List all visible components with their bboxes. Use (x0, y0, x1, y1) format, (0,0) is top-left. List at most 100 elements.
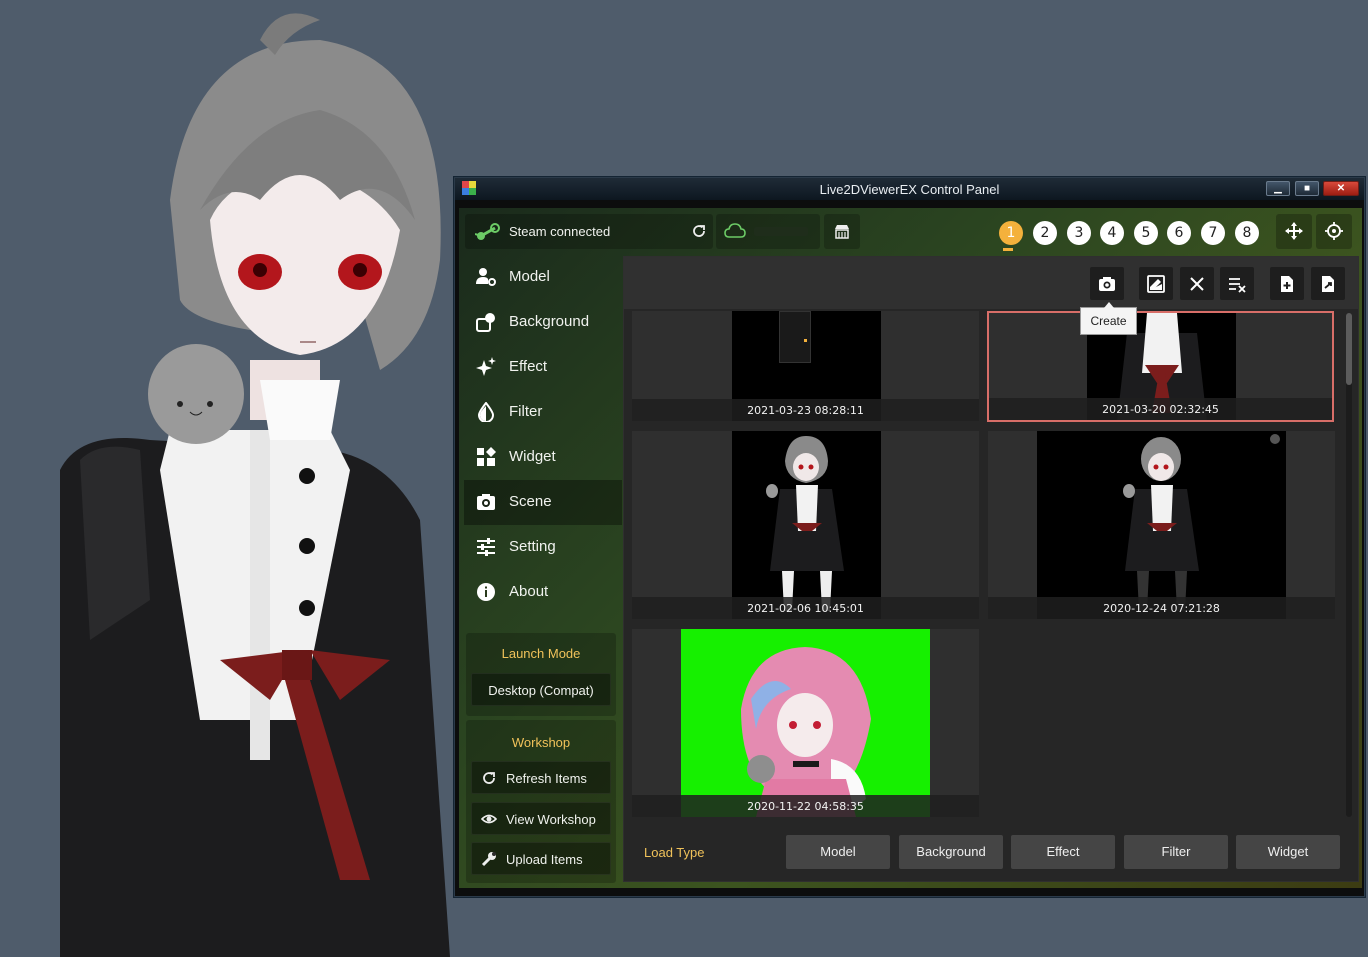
load-filter-button[interactable]: Filter (1124, 835, 1228, 869)
export-file-icon (1322, 276, 1334, 292)
close-window-button[interactable]: ✕ (1323, 181, 1359, 196)
slot-7[interactable]: 7 (1201, 221, 1225, 245)
slot-5[interactable]: 5 (1134, 221, 1158, 245)
slot-1[interactable]: 1 (999, 221, 1023, 245)
client-area: Steam connected 1 2 3 4 5 6 7 8 Model Ba… (459, 208, 1362, 888)
scene-toolbar (624, 257, 1358, 309)
load-type-label: Load Type (644, 845, 705, 860)
scene-card[interactable]: 2021-02-06 10:45:01 (632, 431, 979, 619)
scene-timestamp: 2021-03-20 02:32:45 (1102, 403, 1219, 416)
clear-list-icon (1229, 278, 1246, 293)
scene-timestamp: 2021-03-23 08:28:11 (747, 404, 864, 417)
launch-mode-section: Launch Mode Desktop (Compat) (466, 633, 616, 716)
load-effect-button[interactable]: Effect (1011, 835, 1115, 869)
scene-panel: Create 2021-03-23 08:28:11 2021-03-20 02… (623, 256, 1359, 882)
sparkle-icon (476, 357, 496, 376)
scene-card[interactable]: 2020-12-24 07:21:28 (988, 431, 1335, 619)
move-button[interactable] (1276, 214, 1312, 249)
maximize-button[interactable]: ■ (1295, 181, 1319, 196)
sliders-icon (477, 538, 495, 556)
steam-status-text: Steam connected (509, 224, 611, 239)
window-title: Live2DViewerEX Control Panel (819, 182, 1000, 197)
active-slot-indicator (1003, 248, 1013, 251)
scrollbar-thumb[interactable] (1346, 313, 1352, 385)
nav-label: Setting (509, 538, 556, 555)
delete-scene-button[interactable] (1180, 267, 1214, 300)
camera-icon (477, 494, 495, 510)
upload-items-label: Upload Items (506, 852, 583, 867)
nav-item-setting[interactable]: Setting (464, 525, 622, 570)
clear-scenes-button[interactable] (1220, 267, 1254, 300)
workshop-title: Workshop (511, 735, 571, 750)
nav-item-model[interactable]: Model (464, 255, 622, 300)
cloud-icon (724, 223, 746, 238)
load-model-button[interactable]: Model (786, 835, 890, 869)
load-widget-button[interactable]: Widget (1236, 835, 1340, 869)
refresh-icon[interactable] (691, 223, 707, 239)
launch-mode-button[interactable]: Desktop (Compat) (471, 673, 611, 706)
refresh-items-label: Refresh Items (506, 771, 587, 786)
scene-card-selected[interactable]: 2021-03-20 02:32:45 (987, 311, 1334, 422)
nav-label: Effect (509, 358, 548, 375)
scene-timestamp: 2021-02-06 10:45:01 (747, 602, 864, 615)
import-scene-button[interactable] (1270, 267, 1304, 300)
refresh-items-button[interactable]: Refresh Items (471, 761, 611, 794)
slot-4[interactable]: 4 (1100, 221, 1124, 245)
title-bar[interactable]: Live2DViewerEX Control Panel ▁ ■ ✕ (455, 178, 1364, 200)
launch-mode-title: Launch Mode (501, 646, 581, 661)
add-file-icon (1281, 276, 1293, 292)
scene-scrollbar[interactable] (1346, 313, 1352, 817)
desktop-live2d-character (20, 0, 460, 957)
nav-label: Filter (509, 403, 543, 420)
load-background-button[interactable]: Background (899, 835, 1003, 869)
close-icon (1190, 277, 1204, 291)
load-type-bar: Load Type Model Background Effect Filter… (624, 823, 1358, 881)
nav-label: About (509, 583, 549, 600)
nav-label: Scene (509, 493, 552, 510)
slot-3[interactable]: 3 (1067, 221, 1091, 245)
drop-icon (477, 402, 495, 422)
wrench-icon (481, 852, 496, 867)
scene-grid: 2021-03-23 08:28:11 2021-03-20 02:32:45 (632, 311, 1342, 817)
view-workshop-button[interactable]: View Workshop (471, 802, 611, 835)
eye-icon (481, 814, 497, 824)
cloud-progress-bar (754, 227, 808, 236)
view-workshop-label: View Workshop (506, 812, 596, 827)
create-scene-button[interactable] (1090, 267, 1124, 300)
scene-timestamp: 2020-12-24 07:21:28 (1103, 602, 1220, 615)
minimize-button[interactable]: ▁ (1266, 181, 1290, 196)
cloud-sync[interactable] (716, 214, 820, 249)
model-settings-icon (476, 268, 496, 286)
edit-image-icon (1147, 275, 1165, 293)
widget-icon (477, 447, 496, 466)
scene-timestamp: 2020-11-22 04:58:35 (747, 800, 864, 813)
scene-card[interactable]: 2020-11-22 04:58:35 (632, 629, 979, 817)
slot-2[interactable]: 2 (1033, 221, 1057, 245)
background-icon (476, 313, 495, 332)
nav-item-scene[interactable]: Scene (464, 480, 622, 525)
slot-6[interactable]: 6 (1167, 221, 1191, 245)
scene-thumbnail (732, 431, 881, 619)
nav-item-widget[interactable]: Widget (464, 435, 622, 480)
nav-item-about[interactable]: About (464, 570, 622, 615)
camera-icon (1099, 277, 1115, 291)
edit-scene-button[interactable] (1139, 267, 1173, 300)
store-icon (835, 225, 849, 239)
scene-card[interactable]: 2021-03-23 08:28:11 (632, 311, 979, 421)
slot-8[interactable]: 8 (1235, 221, 1259, 245)
store-button[interactable] (824, 214, 860, 249)
nav-item-effect[interactable]: Effect (464, 345, 622, 390)
nav-item-filter[interactable]: Filter (464, 390, 622, 435)
steam-icon (475, 223, 500, 240)
sidebar-nav: Model Background Effect Filter Widget Sc… (464, 255, 622, 615)
workshop-section: Workshop Refresh Items View Workshop Upl… (466, 720, 616, 883)
locate-button[interactable] (1316, 214, 1352, 249)
upload-items-button[interactable]: Upload Items (471, 842, 611, 875)
nav-label: Widget (509, 448, 556, 465)
scene-thumbnail (1037, 431, 1286, 619)
nav-item-background[interactable]: Background (464, 300, 622, 345)
export-scene-button[interactable] (1311, 267, 1345, 300)
move-icon (1285, 222, 1303, 240)
refresh-icon (483, 772, 495, 784)
create-tooltip: Create (1080, 302, 1137, 335)
